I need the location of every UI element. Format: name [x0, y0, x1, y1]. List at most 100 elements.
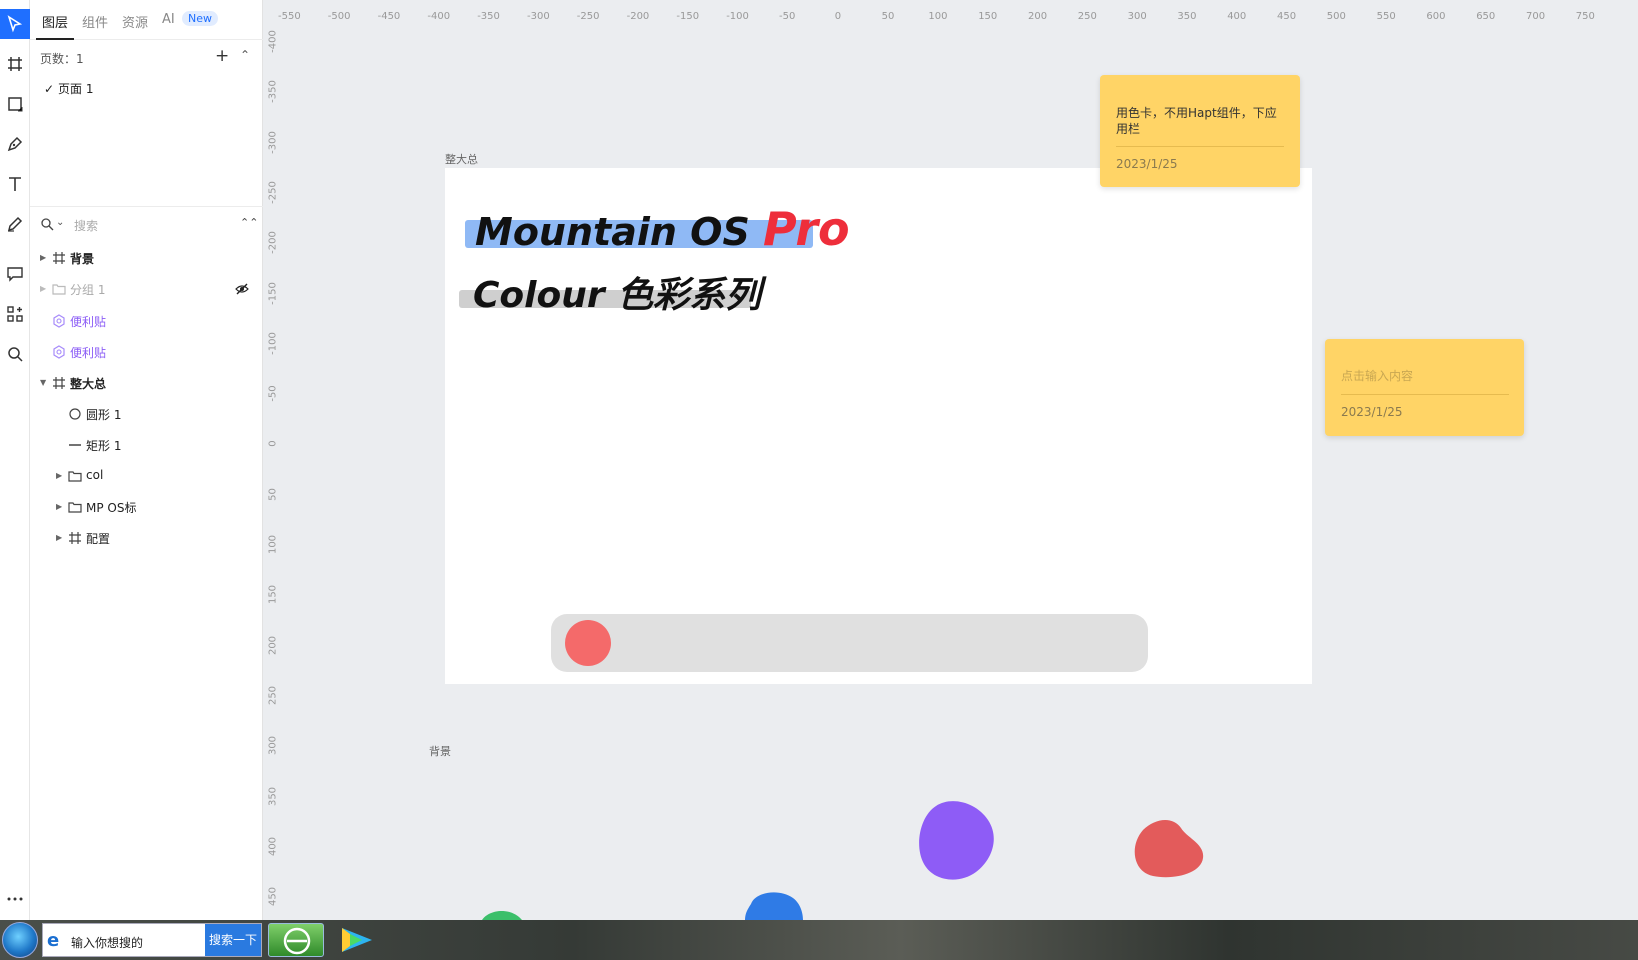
layer-row-background[interactable]: ▶ 背景 — [30, 245, 263, 271]
layer-row-circle[interactable]: 圆形 1 — [30, 401, 263, 427]
sticky-note[interactable]: 点击输入内容 2023/1/25 — [1325, 339, 1524, 436]
title-sub[interactable]: Colour 色彩系列 — [473, 266, 761, 318]
folder-icon — [68, 502, 82, 513]
caret-right-icon[interactable]: ▶ — [56, 533, 62, 542]
check-icon: ✓ — [44, 82, 55, 96]
tab-components[interactable]: 组件 — [82, 12, 108, 31]
sticky-note-text[interactable]: 用色卡，不用Hapt组件，下应用栏 — [1116, 105, 1286, 137]
title-main[interactable]: Mountain OS Pro — [475, 202, 850, 256]
collapse-all-icon[interactable]: ⌃⌃ — [240, 216, 258, 229]
color-slider-track[interactable] — [551, 614, 1148, 672]
layer-search[interactable]: ⌄ 搜索 ⌃⌃ — [40, 216, 258, 236]
layer-row-main-frame[interactable]: ▼ 整大总 — [30, 370, 263, 396]
rectangle-tool-icon[interactable] — [0, 89, 30, 119]
background-frame-label[interactable]: 背景 — [429, 743, 451, 759]
frame-tool-icon[interactable] — [0, 49, 30, 79]
ruler-y-tick: -150 — [267, 281, 279, 305]
red-blob[interactable] — [1129, 818, 1207, 880]
ruler-x-tick: -500 — [327, 11, 351, 22]
taskbar-search-input[interactable]: 输入你想搜的 — [71, 934, 143, 951]
caret-down-icon[interactable]: ▼ — [40, 378, 46, 387]
layer-row-col[interactable]: ▶ col — [30, 463, 263, 489]
ruler-y-tick: -300 — [267, 130, 279, 154]
plugins-tool-icon[interactable] — [0, 299, 30, 329]
title-pro-text: Pro — [763, 202, 850, 256]
ruler-x-tick: 550 — [1376, 11, 1396, 22]
line-icon — [69, 444, 81, 446]
green-blob[interactable] — [480, 908, 524, 920]
purple-blob[interactable] — [916, 798, 998, 884]
chevron-up-icon[interactable]: ⌃ — [240, 48, 250, 62]
ruler-y-tick: -200 — [267, 231, 279, 255]
frame-label[interactable]: 整大总 — [445, 151, 478, 167]
eye-off-icon[interactable] — [235, 282, 249, 296]
ruler-y-tick: 300 — [267, 736, 279, 756]
ruler-x-tick: 650 — [1476, 11, 1496, 22]
taskbar-search[interactable]: e 输入你想搜的 搜索一下 — [42, 923, 262, 957]
layer-row-group-1[interactable]: ▶ 分组 1 — [30, 276, 263, 302]
ruler-x-tick: 250 — [1077, 11, 1097, 22]
ruler-x-tick: -350 — [477, 11, 500, 22]
ruler-x-tick: 500 — [1326, 11, 1346, 22]
comment-tool-icon[interactable] — [0, 259, 30, 289]
ruler-x-tick: 350 — [1177, 11, 1197, 22]
ruler-x-tick: 450 — [1277, 11, 1297, 22]
ruler-x-tick: -150 — [676, 11, 700, 22]
component-icon — [53, 345, 65, 359]
section-divider — [30, 206, 263, 207]
blue-blob[interactable] — [743, 890, 803, 920]
tab-layers[interactable]: 图层 — [42, 12, 68, 31]
frame-icon — [69, 532, 81, 544]
ruler-x-tick: -250 — [576, 11, 600, 22]
layer-row-sticky-note[interactable]: 便利贴 — [30, 339, 263, 365]
caret-right-icon[interactable]: ▶ — [40, 253, 46, 262]
media-player-icon[interactable] — [328, 923, 384, 957]
ruler-x-tick: 0 — [834, 11, 842, 22]
page-item[interactable]: ✓ 页面 1 — [44, 80, 93, 97]
main-frame[interactable]: Mountain OS Pro Colour 色彩系列 — [445, 168, 1312, 684]
browser-app-icon[interactable] — [268, 923, 324, 957]
layer-name: 整大总 — [70, 377, 107, 391]
tab-assets[interactable]: 资源 — [122, 12, 148, 31]
taskbar-search-button[interactable]: 搜索一下 — [205, 924, 261, 956]
search-tool-icon[interactable] — [0, 339, 30, 369]
chevron-down-icon[interactable]: ⌄ — [56, 217, 64, 228]
layer-row-sticky-note[interactable]: 便利贴 — [30, 308, 263, 334]
text-tool-icon[interactable] — [0, 169, 30, 199]
ruler-x-tick: 750 — [1575, 11, 1595, 22]
layer-name: col — [86, 468, 104, 482]
color-slider-knob[interactable] — [565, 620, 611, 666]
ie-icon: e — [47, 930, 60, 951]
ruler-x-tick: 700 — [1526, 11, 1546, 22]
new-badge: New — [182, 11, 218, 26]
ruler-x-tick: 400 — [1227, 11, 1247, 22]
caret-right-icon[interactable]: ▶ — [56, 502, 62, 511]
os-taskbar: e 输入你想搜的 搜索一下 — [0, 920, 1638, 960]
tab-ai[interactable]: AI — [162, 12, 175, 27]
ruler-y-tick: -250 — [267, 181, 279, 204]
start-button-icon[interactable] — [2, 922, 38, 958]
pencil-tool-icon[interactable] — [0, 209, 30, 239]
caret-right-icon[interactable]: ▶ — [56, 471, 62, 480]
layer-row-rectangle[interactable]: 矩形 1 — [30, 432, 263, 458]
caret-right-icon[interactable]: ▶ — [40, 284, 46, 293]
layer-row-config[interactable]: ▶ 配置 — [30, 525, 263, 551]
add-page-icon[interactable]: + — [215, 46, 229, 66]
active-tab-indicator — [36, 38, 74, 40]
layer-row-mp-os[interactable]: ▶ MP OS标 — [30, 494, 263, 520]
ruler-y-tick: 350 — [267, 786, 279, 806]
sticky-note[interactable]: 用色卡，不用Hapt组件，下应用栏 2023/1/25 — [1100, 75, 1300, 187]
more-icon[interactable] — [0, 884, 30, 914]
select-tool-icon[interactable] — [0, 9, 30, 39]
ruler-y-tick: 450 — [267, 887, 279, 907]
pen-tool-icon[interactable] — [0, 129, 30, 159]
sticky-note-placeholder[interactable]: 点击输入内容 — [1341, 368, 1413, 384]
component-icon — [53, 314, 65, 328]
ruler-x-tick: 150 — [978, 11, 998, 22]
design-canvas[interactable]: -550 -500 -450 -400 -350 -300 -250 -200 -150 -100… — [263, 0, 1638, 920]
ruler-x-tick: -50 — [779, 11, 796, 22]
ruler-y-tick: -350 — [267, 80, 279, 104]
pages-header: 页数：1 + ⌃ — [40, 46, 255, 68]
tool-strip — [0, 0, 30, 920]
ruler-y-tick: 150 — [267, 585, 279, 605]
